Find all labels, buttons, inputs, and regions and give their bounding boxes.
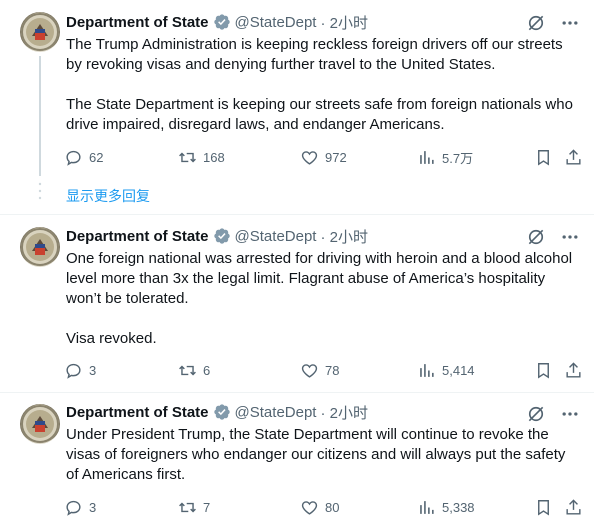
share-icon bbox=[566, 148, 581, 165]
like-icon bbox=[301, 500, 318, 515]
views-button[interactable]: 5,414 bbox=[417, 358, 475, 382]
reply-button[interactable]: 3 bbox=[64, 358, 96, 382]
like-icon bbox=[301, 363, 318, 378]
tweet-header: Department of State @StateDept · 2小时 bbox=[66, 401, 368, 423]
repost-count: 168 bbox=[203, 149, 225, 165]
grok-icon[interactable] bbox=[526, 13, 546, 33]
share-button[interactable] bbox=[564, 358, 583, 382]
action-bar: 62 168 972 5.7万 bbox=[62, 145, 582, 169]
tweet-header: Department of State @StateDept · 2小时 bbox=[66, 225, 368, 247]
share-button[interactable] bbox=[564, 145, 583, 169]
views-count: 5,338 bbox=[442, 499, 475, 515]
repost-icon bbox=[179, 502, 196, 512]
reply-button[interactable]: 62 bbox=[64, 145, 103, 169]
tweet-text: The Trump Administration is keeping reck… bbox=[66, 35, 576, 135]
divider bbox=[0, 214, 594, 215]
timestamp[interactable]: · 2小时 bbox=[320, 226, 368, 247]
views-button[interactable]: 5.7万 bbox=[417, 145, 473, 169]
verified-badge-icon bbox=[213, 404, 230, 420]
repost-count: 7 bbox=[203, 499, 211, 515]
bookmark-icon bbox=[538, 499, 549, 516]
action-bar: 3 6 78 5,414 bbox=[62, 358, 582, 382]
like-count: 78 bbox=[325, 362, 340, 378]
avatar[interactable] bbox=[20, 404, 60, 444]
avatar[interactable] bbox=[20, 12, 60, 52]
avatar[interactable] bbox=[20, 227, 60, 267]
grok-icon[interactable] bbox=[526, 404, 546, 424]
views-button[interactable]: 5,338 bbox=[417, 495, 475, 519]
timestamp[interactable]: · 2小时 bbox=[320, 402, 368, 423]
action-bar: 3 7 80 5,338 bbox=[62, 495, 582, 519]
tweet-text: One foreign national was arrested for dr… bbox=[66, 249, 576, 349]
thread-dots bbox=[38, 182, 42, 200]
reply-count: 3 bbox=[89, 499, 97, 515]
share-icon bbox=[566, 361, 581, 378]
author-handle[interactable]: @StateDept bbox=[235, 228, 317, 245]
author-name[interactable]: Department of State bbox=[66, 404, 209, 421]
bookmark-icon bbox=[538, 149, 549, 166]
timestamp[interactable]: · 2小时 bbox=[320, 12, 368, 33]
tweet-paragraph: Under President Trump, the State Departm… bbox=[66, 426, 566, 483]
reply-icon bbox=[66, 500, 81, 516]
like-count: 80 bbox=[325, 499, 340, 515]
views-icon bbox=[420, 363, 434, 377]
like-button[interactable]: 972 bbox=[300, 145, 347, 169]
show-more-replies-link[interactable]: 显示更多回复 bbox=[66, 186, 150, 206]
author-name[interactable]: Department of State bbox=[66, 14, 209, 31]
tweet-paragraph: The Trump Administration is keeping reck… bbox=[66, 36, 563, 73]
reply-count: 62 bbox=[89, 149, 104, 165]
repost-button[interactable]: 168 bbox=[178, 145, 225, 169]
thread-line bbox=[39, 56, 41, 176]
like-count: 972 bbox=[325, 149, 347, 165]
reply-count: 3 bbox=[89, 362, 97, 378]
repost-button[interactable]: 6 bbox=[178, 358, 210, 382]
grok-icon[interactable] bbox=[526, 227, 546, 247]
views-icon bbox=[420, 150, 434, 164]
views-count: 5,414 bbox=[442, 362, 475, 378]
tweet-paragraph: Visa revoked. bbox=[66, 330, 157, 347]
like-icon bbox=[301, 150, 318, 165]
views-icon bbox=[420, 500, 434, 514]
tweet-paragraph: The State Department is keeping our stre… bbox=[66, 96, 573, 133]
bookmark-button[interactable] bbox=[534, 358, 553, 382]
reply-icon bbox=[66, 363, 81, 379]
share-icon bbox=[566, 498, 581, 515]
bookmark-icon bbox=[538, 362, 549, 379]
repost-icon bbox=[179, 365, 196, 375]
repost-button[interactable]: 7 bbox=[178, 495, 210, 519]
tweet[interactable]: Department of State @StateDept · 2小时 Und… bbox=[0, 396, 594, 529]
like-button[interactable]: 78 bbox=[300, 358, 339, 382]
views-count: 5.7万 bbox=[442, 150, 474, 166]
verified-badge-icon bbox=[213, 14, 230, 30]
like-button[interactable]: 80 bbox=[300, 495, 339, 519]
share-button[interactable] bbox=[564, 495, 583, 519]
bookmark-button[interactable] bbox=[534, 145, 553, 169]
tweet[interactable]: Department of State @StateDept · 2小时 One… bbox=[0, 219, 594, 390]
author-handle[interactable]: @StateDept bbox=[235, 14, 317, 31]
verified-badge-icon bbox=[213, 228, 230, 244]
repost-count: 6 bbox=[203, 362, 211, 378]
reply-icon bbox=[66, 150, 81, 166]
tweet[interactable]: Department of State @StateDept · 2小时 The… bbox=[0, 0, 594, 181]
tweet-header: Department of State @StateDept · 2小时 bbox=[66, 11, 368, 33]
author-name[interactable]: Department of State bbox=[66, 228, 209, 245]
more-icon[interactable] bbox=[560, 13, 580, 33]
more-icon[interactable] bbox=[560, 404, 580, 424]
bookmark-button[interactable] bbox=[534, 495, 553, 519]
reply-button[interactable]: 3 bbox=[64, 495, 96, 519]
tweet-paragraph: One foreign national was arrested for dr… bbox=[66, 250, 573, 307]
repost-icon bbox=[179, 152, 196, 162]
tweet-text: Under President Trump, the State Departm… bbox=[66, 425, 576, 485]
author-handle[interactable]: @StateDept bbox=[235, 404, 317, 421]
more-icon[interactable] bbox=[560, 227, 580, 247]
divider bbox=[0, 392, 594, 393]
